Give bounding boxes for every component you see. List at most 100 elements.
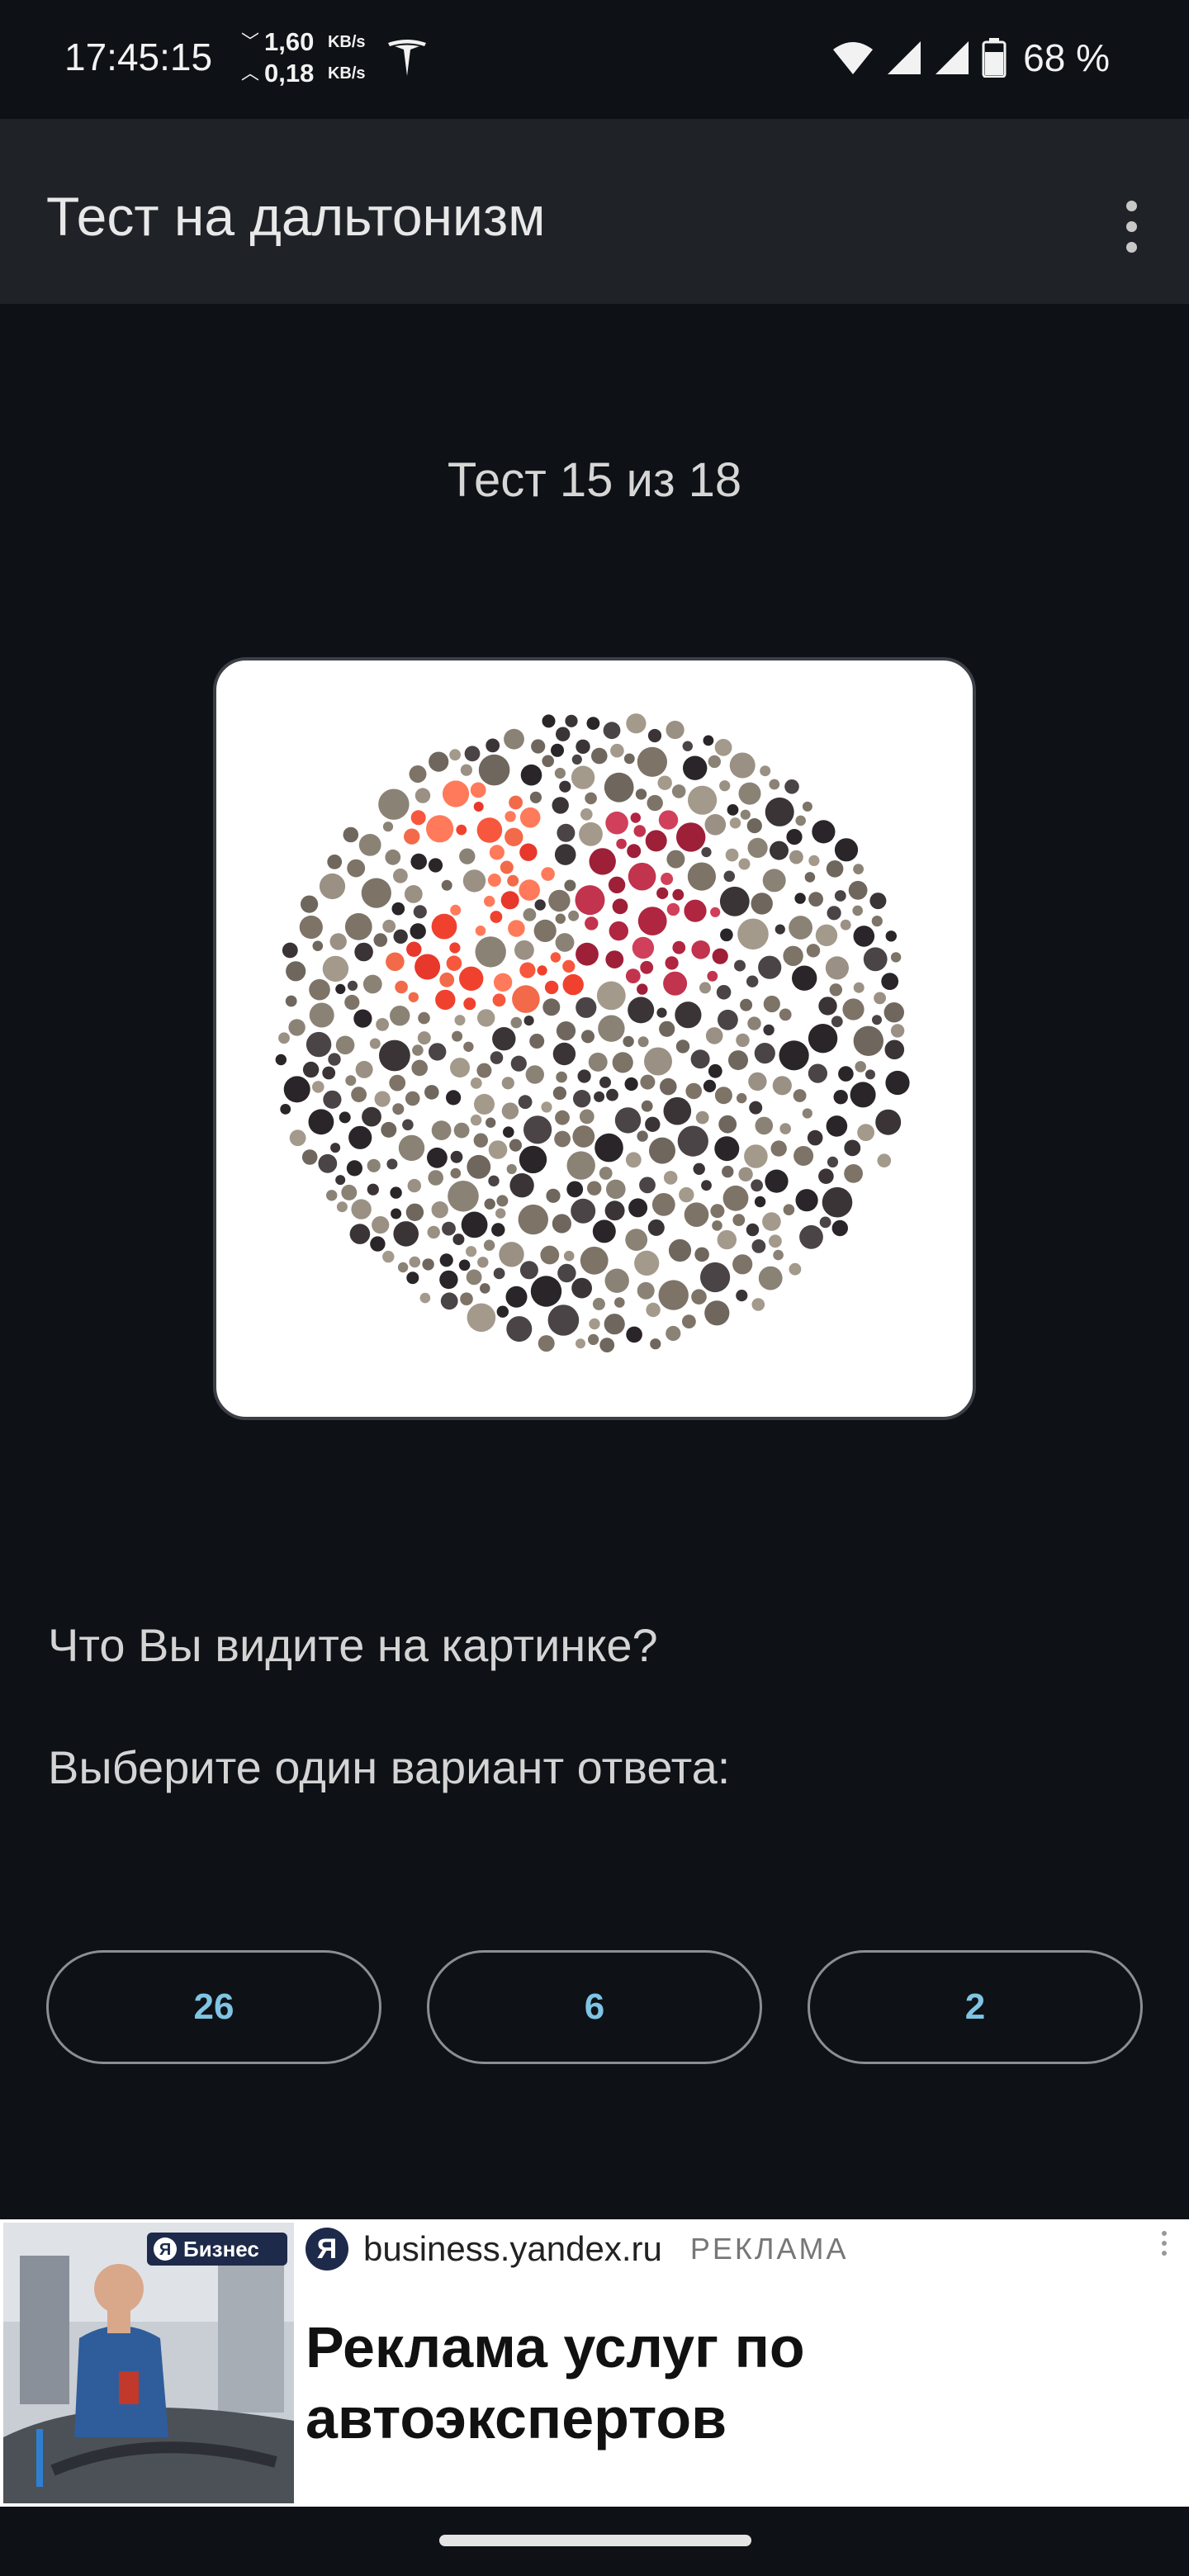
- plate-dot: [509, 1139, 522, 1152]
- plate-dot: [826, 1115, 848, 1137]
- plate-dot: [666, 902, 680, 916]
- answer-button-3[interactable]: 2: [808, 1950, 1143, 2064]
- tesla-icon: [388, 40, 426, 76]
- plate-dot: [808, 892, 823, 907]
- plate-dot: [562, 959, 576, 973]
- plate-dot: [850, 1082, 876, 1108]
- plate-dot: [508, 920, 525, 937]
- plate-dot: [285, 995, 297, 1007]
- plate-dot: [514, 940, 534, 960]
- plate-dot: [640, 1074, 656, 1090]
- plate-dot: [382, 919, 396, 933]
- plate-dot: [428, 1170, 443, 1186]
- plate-dot: [625, 968, 641, 983]
- plate-dot: [754, 1196, 766, 1208]
- plate-dot: [439, 1270, 458, 1290]
- navigation-bar: [0, 2507, 1189, 2576]
- ad-banner[interactable]: Я Бизнес Я business.yandex.ru РЕКЛАМА Ре…: [0, 2219, 1189, 2507]
- plate-dot: [540, 1245, 560, 1265]
- battery-percent: 68 %: [1023, 36, 1110, 79]
- plate-dot: [449, 942, 461, 954]
- plate-dot: [722, 1165, 734, 1178]
- answer-button-2[interactable]: 6: [427, 1950, 762, 2064]
- plate-dot: [344, 913, 372, 940]
- plate-dot: [541, 867, 555, 881]
- plate-dot: [703, 735, 714, 746]
- plate-dot: [460, 1292, 473, 1305]
- plate-dot: [529, 791, 542, 803]
- plate-dot: [571, 765, 595, 789]
- plate-dot: [625, 1229, 648, 1251]
- plate-dot: [647, 1219, 665, 1236]
- plate-dot: [760, 765, 771, 777]
- plate-dot: [606, 1088, 618, 1101]
- signal-icon: [888, 41, 921, 74]
- plate-dot: [406, 1271, 419, 1285]
- plate-dot: [510, 1016, 523, 1029]
- plate-dot: [309, 1002, 334, 1028]
- plate-dot: [604, 1200, 625, 1221]
- plate-dot: [496, 1195, 509, 1207]
- plate-dot: [661, 873, 674, 885]
- plate-dot: [390, 1006, 410, 1026]
- more-vert-icon[interactable]: [1106, 185, 1156, 268]
- ad-headline[interactable]: Реклама услуг по автоэкспертов: [306, 2312, 1156, 2454]
- plate-dot: [586, 717, 600, 730]
- plate-dot: [645, 1116, 661, 1132]
- plate-dot: [604, 1314, 625, 1335]
- plate-dot: [688, 785, 718, 815]
- plate-dot: [571, 1198, 596, 1224]
- plate-dot: [534, 899, 546, 911]
- ad-business-badge: Я Бизнес: [147, 2233, 287, 2266]
- plate-dot: [683, 755, 708, 780]
- plate-dot: [484, 895, 495, 907]
- plate-dot: [476, 1063, 492, 1078]
- plate-dot: [627, 844, 642, 859]
- plate-dot: [308, 1109, 334, 1135]
- home-gesture-handle[interactable]: [439, 2535, 751, 2546]
- plate-dot: [496, 1305, 509, 1318]
- ad-domain[interactable]: business.yandex.ru: [363, 2229, 662, 2269]
- plate-dot: [675, 1039, 690, 1054]
- plate-dot: [751, 893, 773, 915]
- plate-dot: [336, 1201, 348, 1213]
- plate-dot: [372, 1216, 390, 1234]
- plate-dot: [519, 879, 540, 901]
- plate-dot: [857, 1124, 874, 1141]
- plate-dot: [729, 817, 741, 829]
- plate-dot: [838, 1066, 854, 1082]
- plate-dot: [286, 961, 306, 982]
- plate-dot: [506, 1316, 533, 1342]
- plate-dot: [626, 1326, 642, 1343]
- plate-dot: [599, 1167, 613, 1180]
- plate-dot: [881, 973, 899, 990]
- plate-dot: [691, 1289, 707, 1305]
- plate-dot: [645, 830, 667, 852]
- plate-dot: [738, 782, 761, 805]
- plate-dot: [278, 1032, 290, 1044]
- plate-dot: [464, 746, 481, 762]
- plate-dot: [523, 1115, 552, 1144]
- plate-dot: [379, 1039, 410, 1072]
- plate-dot: [452, 1030, 463, 1042]
- plate-dot: [488, 1140, 508, 1159]
- plate-dot: [646, 1302, 661, 1318]
- plate-dot: [439, 972, 455, 987]
- plate-dot: [504, 811, 516, 822]
- plate-dot: [409, 1256, 421, 1268]
- plate-dot: [871, 916, 883, 927]
- plate-dot: [376, 1018, 389, 1031]
- plate-dot: [819, 1216, 831, 1229]
- plate-dot: [632, 936, 655, 959]
- answer-button-1[interactable]: 26: [46, 1950, 381, 2064]
- plate-dot: [660, 1077, 677, 1096]
- plate-dot: [475, 936, 506, 968]
- plate-dot: [555, 913, 566, 924]
- plate-dot: [663, 971, 688, 996]
- plate-dot: [548, 889, 571, 912]
- plate-dot: [495, 1208, 506, 1219]
- plate-dot: [883, 1002, 904, 1023]
- download-speed: 1,60: [264, 27, 315, 56]
- plate-dot: [312, 940, 324, 951]
- ad-more-icon[interactable]: [1156, 2231, 1172, 2264]
